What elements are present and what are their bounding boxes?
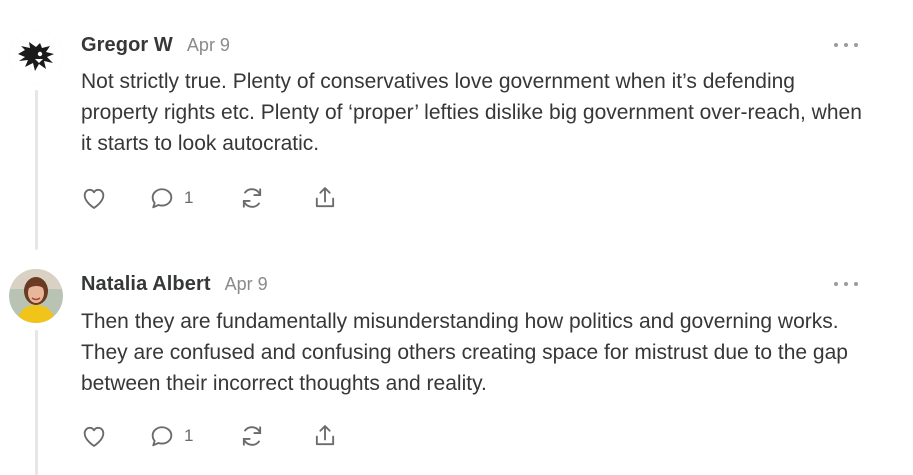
reply-button[interactable]: 1 <box>148 184 193 212</box>
refresh-icon <box>242 188 262 208</box>
share-icon <box>315 187 335 208</box>
ellipsis-dot <box>854 282 858 286</box>
comment-body: Then they are fundamentally misunderstan… <box>81 310 848 395</box>
heart-icon <box>83 426 105 447</box>
like-button[interactable] <box>80 422 108 450</box>
speech-bubble-icon <box>151 426 173 447</box>
avatar[interactable] <box>9 269 63 323</box>
comment-date[interactable]: Apr 9 <box>187 35 230 56</box>
ellipsis-dot <box>854 43 858 47</box>
more-options-button[interactable] <box>834 40 858 50</box>
more-options-button[interactable] <box>834 279 858 289</box>
ellipsis-dot <box>844 282 848 286</box>
share-button[interactable] <box>311 184 339 212</box>
thread-line <box>35 330 38 475</box>
restack-button[interactable] <box>238 184 266 212</box>
comment-date[interactable]: Apr 9 <box>225 274 268 295</box>
heart-icon <box>83 188 105 209</box>
wolf-silhouette-icon <box>9 30 63 84</box>
comment-header: Natalia Albert Apr 9 <box>81 273 268 296</box>
avatar[interactable] <box>9 30 63 84</box>
speech-bubble-icon <box>151 188 173 209</box>
author-name[interactable]: Gregor W <box>81 34 173 57</box>
ellipsis-dot <box>844 43 848 47</box>
ellipsis-icon <box>834 43 838 47</box>
reply-button[interactable]: 1 <box>148 422 193 450</box>
reply-count: 1 <box>184 426 194 445</box>
restack-button[interactable] <box>238 422 266 450</box>
author-name[interactable]: Natalia Albert <box>81 273 211 296</box>
refresh-icon <box>242 426 262 446</box>
ellipsis-icon <box>834 282 838 286</box>
share-icon <box>315 425 335 446</box>
profile-photo <box>9 269 63 323</box>
like-button[interactable] <box>80 184 108 212</box>
reply-count: 1 <box>184 188 194 207</box>
comment-body: Not strictly true. Plenty of conservativ… <box>81 70 862 155</box>
thread-line <box>35 90 38 250</box>
share-button[interactable] <box>311 422 339 450</box>
comment-header: Gregor W Apr 9 <box>81 34 230 57</box>
